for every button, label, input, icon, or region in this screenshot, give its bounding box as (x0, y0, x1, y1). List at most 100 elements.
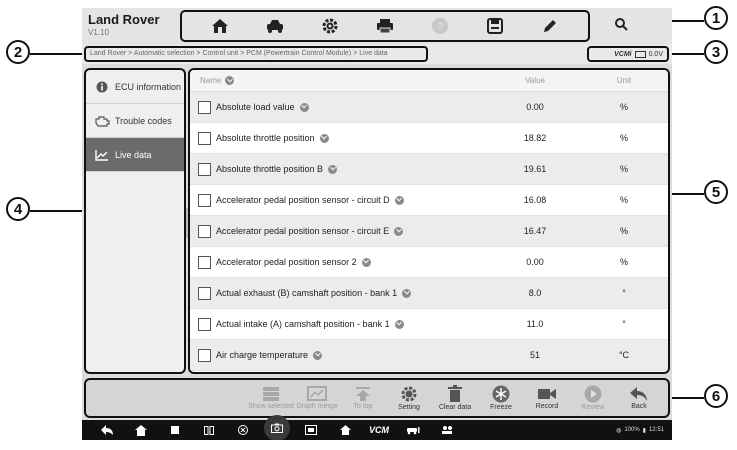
table-row[interactable]: Accelerator pedal position sensor 2 0.00… (190, 247, 668, 278)
chevron-down-icon[interactable] (319, 133, 329, 143)
table-row[interactable]: Absolute throttle position 18.82 % (190, 123, 668, 154)
show-selected-button[interactable]: Show selected (248, 386, 294, 410)
row-name-cell: Accelerator pedal position sensor - circ… (190, 193, 490, 207)
clear-data-button[interactable]: Clear data (432, 385, 478, 411)
print-icon[interactable] (371, 14, 399, 38)
table-row[interactable]: Actual intake (A) camshaft position - ba… (190, 309, 668, 340)
edit-icon[interactable] (536, 14, 564, 38)
row-checkbox[interactable] (198, 162, 211, 176)
breadcrumb[interactable]: Land Rover > Automatic selection > Contr… (84, 46, 428, 62)
row-checkbox[interactable] (198, 317, 211, 331)
row-checkbox[interactable] (198, 131, 211, 145)
row-unit: % (619, 195, 628, 205)
callout-4: 4 (6, 197, 30, 221)
battery-icon (634, 50, 646, 58)
sidebar-item-ecu-information[interactable]: ECU information (86, 70, 184, 104)
chevron-down-icon[interactable] (328, 164, 338, 174)
table-row[interactable]: Absolute throttle position B 19.61 % (190, 154, 668, 185)
vci-voltage: 0.0V (648, 50, 663, 58)
row-value: 18.82 (523, 133, 547, 143)
search-icon[interactable] (614, 17, 628, 36)
home-nav-icon[interactable] (124, 424, 158, 436)
chevron-down-icon[interactable] (299, 102, 309, 112)
video-record-icon (538, 389, 556, 399)
table-row[interactable]: Actual exhaust (B) camshaft position - b… (190, 278, 668, 309)
screenshot-icon[interactable] (264, 415, 290, 440)
row-unit: °C (618, 350, 630, 360)
row-name-cell: Absolute throttle position (190, 131, 490, 145)
column-header-value: Value (525, 76, 545, 85)
row-name: Accelerator pedal position sensor 2 (216, 257, 357, 267)
home-icon[interactable] (206, 14, 234, 38)
row-checkbox[interactable] (198, 255, 211, 269)
recent-apps-icon[interactable] (158, 426, 192, 434)
chevron-down-icon[interactable] (394, 195, 404, 205)
vci-label: VCMi (614, 50, 632, 58)
car-diagnostics-icon[interactable] (396, 425, 430, 435)
callout-2-leader (30, 53, 86, 55)
trash-icon (448, 385, 462, 402)
remote-assist-icon[interactable] (430, 425, 464, 435)
row-name: Actual exhaust (B) camshaft position - b… (216, 288, 398, 298)
table-row[interactable]: Absolute load value 0.00 % (190, 92, 668, 123)
row-name-cell: Air charge temperature (190, 348, 490, 362)
record-button[interactable]: Record (524, 386, 570, 410)
table-row[interactable]: Accelerator pedal position sensor - circ… (190, 185, 668, 216)
setting-button[interactable]: Setting (386, 385, 432, 411)
row-checkbox[interactable] (198, 224, 211, 238)
vcmi-icon[interactable]: VCM (362, 425, 396, 435)
graph-merge-button[interactable]: Graph merge (294, 386, 340, 410)
settings-icon[interactable] (316, 14, 344, 38)
table-row[interactable]: Accelerator pedal position sensor - circ… (190, 216, 668, 247)
clear-data-label: Clear data (438, 404, 472, 411)
sidebar-item-trouble-codes[interactable]: Trouble codes (86, 104, 184, 138)
callout-3: 3 (704, 40, 728, 64)
chevron-down-icon[interactable] (402, 288, 412, 298)
chevron-down-icon[interactable] (394, 319, 404, 329)
row-checkbox[interactable] (198, 100, 211, 114)
play-icon (584, 385, 602, 403)
row-value: 0.00 (526, 257, 544, 267)
checklist-icon (263, 387, 279, 401)
row-checkbox[interactable] (198, 193, 211, 207)
row-unit: % (619, 257, 628, 267)
graph-merge-label: Graph merge (296, 403, 338, 410)
table-header: Name Value Unit (190, 70, 668, 92)
freeze-button[interactable]: Freeze (478, 385, 524, 411)
home-app-icon[interactable] (328, 425, 362, 435)
split-screen-icon[interactable] (192, 425, 226, 435)
callout-1: 1 (704, 6, 728, 30)
brand: Land Rover V1.10 (88, 12, 160, 37)
chevron-down-icon[interactable] (394, 226, 404, 236)
graph-icon (94, 148, 110, 162)
callout-6-leader (670, 397, 704, 399)
chevron-down-icon[interactable] (361, 257, 371, 267)
toolbar: ? (180, 10, 590, 42)
to-top-button[interactable]: To top (340, 386, 386, 410)
column-header-name: Name (190, 76, 490, 85)
row-checkbox[interactable] (198, 286, 211, 300)
sidebar: ECU information Trouble codes Live data (84, 68, 186, 374)
chevron-down-icon[interactable] (225, 76, 235, 85)
save-icon[interactable] (481, 14, 509, 38)
column-header-unit: Unit (616, 76, 632, 85)
chevron-down-icon[interactable] (313, 350, 323, 360)
table-row[interactable]: Air charge temperature 51 °C (190, 340, 668, 371)
engine-icon (94, 114, 110, 128)
arrow-up-icon (356, 387, 370, 401)
battery-icon: ▮ (642, 427, 646, 434)
app-header: Land Rover V1.10 ? (82, 8, 672, 44)
back-label: Back (631, 403, 647, 410)
review-button[interactable]: Review (570, 385, 616, 411)
sidebar-item-live-data[interactable]: Live data (86, 138, 184, 172)
row-checkbox[interactable] (198, 348, 211, 362)
back-nav-icon[interactable] (90, 425, 124, 435)
screen-record-icon[interactable] (294, 425, 328, 435)
vehicle-icon[interactable] (261, 14, 289, 38)
row-name: Actual intake (A) camshaft position - ba… (216, 319, 390, 329)
callout-2: 2 (6, 40, 30, 64)
to-top-label: To top (353, 403, 373, 410)
help-icon[interactable]: ? (426, 14, 454, 38)
browser-icon[interactable] (226, 425, 260, 435)
back-button[interactable]: Back (616, 386, 662, 410)
